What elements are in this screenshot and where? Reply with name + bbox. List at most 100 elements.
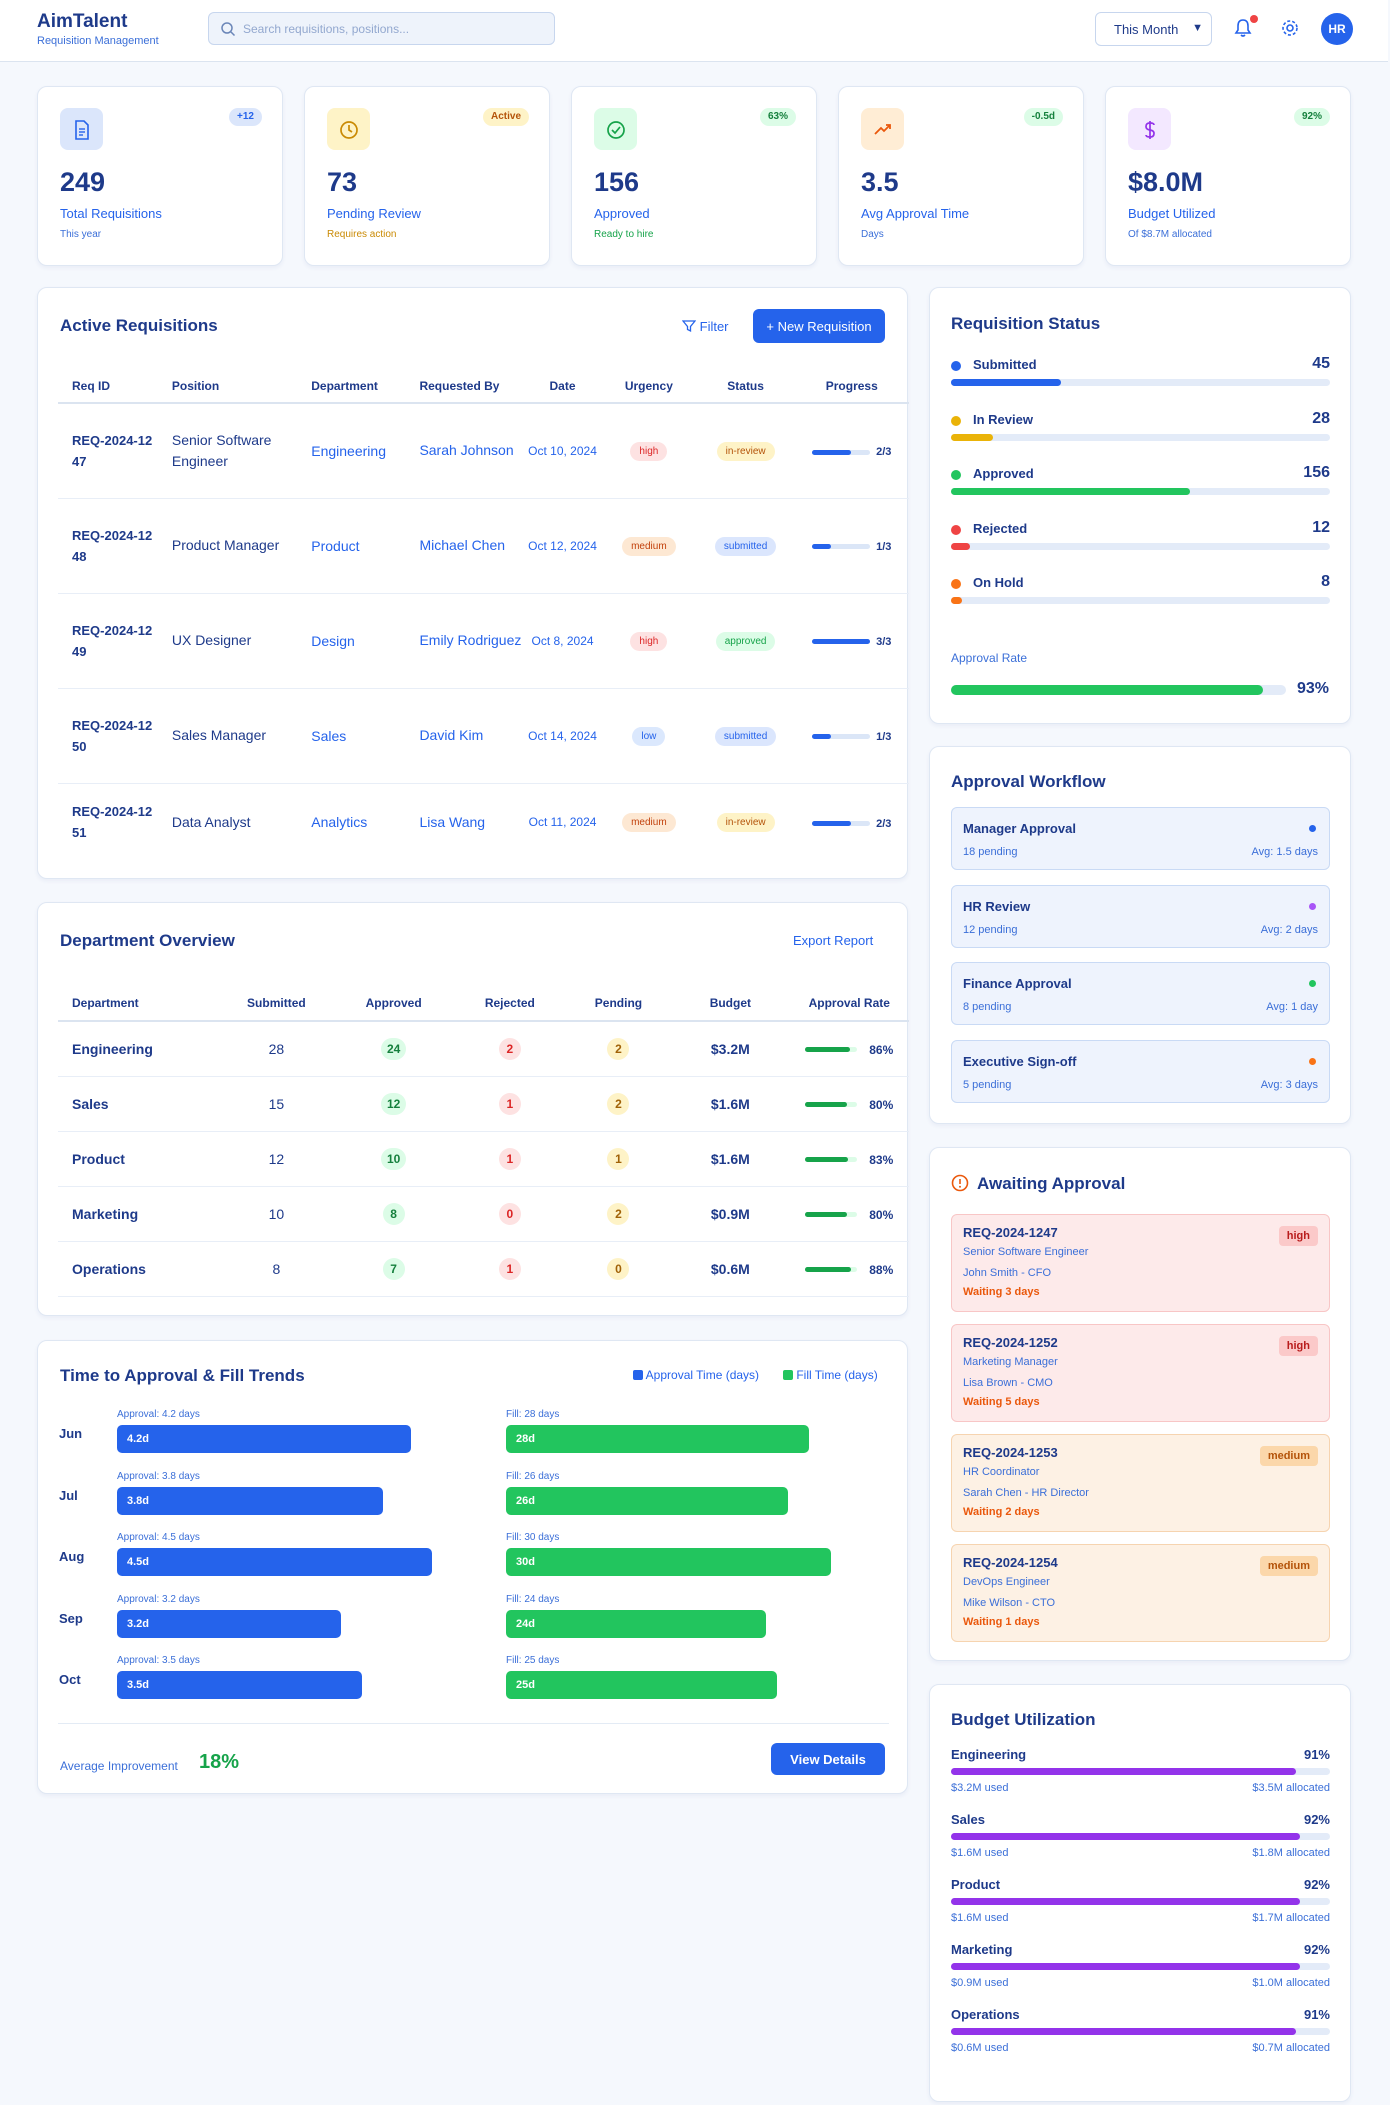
new-requisition-button[interactable]: + New Requisition — [753, 309, 885, 343]
step-avg: Avg: 1 day — [1266, 1001, 1318, 1013]
column-header[interactable]: Date — [524, 369, 602, 404]
period-select[interactable]: This Month ▼ — [1095, 12, 1212, 46]
column-header[interactable]: Status — [696, 369, 795, 404]
search-input[interactable] — [243, 13, 543, 44]
budget-utilization-card: Budget Utilization Engineering 91% $3.2M u… — [929, 1684, 1351, 2102]
column-header[interactable]: Approval Rate — [789, 985, 909, 1022]
pending-count: 1 — [607, 1147, 630, 1170]
column-header[interactable]: Pending — [565, 985, 672, 1022]
req-id[interactable]: REQ-2024-1249 — [58, 593, 158, 689]
gear-icon[interactable] — [1279, 17, 1301, 39]
progress-fill — [812, 544, 832, 550]
budget-allocated: $1.0M allocated — [1252, 1977, 1330, 1989]
card-title: Awaiting Approval — [977, 1174, 1126, 1193]
req-id[interactable]: REQ-2024-1247 — [58, 403, 158, 499]
card-title: Active Requisitions — [60, 316, 218, 335]
table-row[interactable]: Sales 15 12 1 2 $1.6M 80% — [58, 1076, 909, 1132]
rejected-cell: 1 — [453, 1076, 566, 1132]
status-badge: in-review — [716, 441, 775, 461]
table-row[interactable]: Product 12 10 1 1 $1.6M 83% — [58, 1131, 909, 1187]
fill-caption: Fill: 24 days — [506, 1593, 560, 1605]
app-subtitle: Requisition Management — [37, 35, 159, 47]
awaiting-item[interactable]: REQ-2024-1254 medium DevOps Engineer Mike W… — [951, 1544, 1330, 1642]
requested-by: Sarah Johnson — [405, 403, 525, 499]
awaiting-item[interactable]: REQ-2024-1253 medium HR Coordinator Sarah C… — [951, 1434, 1330, 1532]
column-header[interactable]: Req ID — [58, 369, 158, 404]
workflow-step[interactable]: HR Review 12 pending Avg: 2 days — [951, 884, 1330, 948]
urgency-badge: low — [632, 726, 666, 746]
status-label: Submitted — [973, 357, 1037, 372]
column-header[interactable]: Approved — [333, 985, 454, 1022]
approval-caption: Approval: 3.2 days — [117, 1593, 200, 1605]
step-name: Manager Approval — [963, 821, 1076, 836]
rejected-count: 1 — [498, 1092, 521, 1115]
stat-value: 3.5 — [861, 167, 899, 197]
progress-cell: 3/3 — [794, 593, 909, 689]
dollar-icon — [1128, 108, 1171, 150]
workflow-step[interactable]: Manager Approval 18 pending Avg: 1.5 days — [951, 807, 1330, 870]
budget-row: Engineering 91% $3.2M used $3.5M allocated — [951, 1747, 1330, 1807]
req-id[interactable]: REQ-2024-1251 — [58, 783, 158, 861]
progress-bar — [812, 639, 871, 645]
column-header[interactable]: Department — [58, 985, 220, 1022]
app-title: AimTalent — [37, 11, 128, 32]
approval-bar: 4.5d — [117, 1548, 432, 1576]
table-row[interactable]: REQ-2024-1249 UX Designer Design Emily Rodr… — [58, 593, 909, 689]
budget-row: Operations 91% $0.6M used $0.7M allocated — [951, 2007, 1330, 2067]
budget-allocated: $1.7M allocated — [1252, 1912, 1330, 1924]
month-label: Jun — [59, 1426, 83, 1441]
workflow-step[interactable]: Executive Sign-off 5 pending Avg: 3 days — [951, 1039, 1330, 1103]
rate-label: 88% — [869, 1262, 894, 1277]
urgency-badge: high — [630, 441, 668, 461]
approved-cell: 7 — [333, 1241, 454, 1297]
awaiting-approver: Mike Wilson - CTO — [963, 1597, 1056, 1609]
table-row[interactable]: REQ-2024-1251 Data Analyst Analytics Lisa W… — [58, 783, 909, 861]
column-header[interactable]: Rejected — [453, 985, 566, 1022]
workflow-step[interactable]: Finance Approval 8 pending Avg: 1 day — [951, 962, 1330, 1025]
table-row[interactable]: REQ-2024-1247 Senior Software Engineer Eng… — [58, 403, 909, 499]
table-row[interactable]: Operations 8 7 1 0 $0.6M 88% — [58, 1241, 909, 1297]
budget-row: Product 92% $1.6M used $1.7M allocated — [951, 1877, 1330, 1937]
stat-sub: Of $8.7M allocated — [1128, 229, 1212, 240]
improvement-label: Average Improvement — [60, 1759, 178, 1773]
status-cell: in-review — [696, 403, 795, 499]
trend-row: Jun Approval: 4.2 days 4.2d Fill: 28 days 28… — [38, 1409, 945, 1469]
status-cell: in-review — [697, 783, 795, 861]
table-row[interactable]: REQ-2024-1250 Sales Manager Sales David Kim… — [58, 688, 909, 784]
urgency-badge: medium — [622, 813, 676, 833]
awaiting-approver: John Smith - CFO — [963, 1267, 1052, 1279]
column-header[interactable]: Budget — [671, 985, 790, 1022]
awaiting-position: Marketing Manager — [963, 1356, 1058, 1368]
table-row[interactable]: Engineering 28 24 2 2 $3.2M 86% — [58, 1021, 909, 1077]
filter-button[interactable]: Filter — [681, 319, 729, 334]
avatar[interactable]: HR — [1321, 13, 1353, 45]
month-label: Jul — [59, 1487, 78, 1503]
budget: $0.6M — [671, 1241, 790, 1297]
awaiting-item[interactable]: REQ-2024-1247 high Senior Software Enginee… — [951, 1214, 1330, 1312]
table-row[interactable]: Marketing 10 8 0 2 $0.9M 80% — [58, 1186, 909, 1242]
export-report-link[interactable]: Export Report — [793, 933, 873, 948]
awaiting-position: DevOps Engineer — [963, 1576, 1050, 1588]
search-box[interactable] — [208, 12, 555, 45]
approved-count: 24 — [380, 1037, 407, 1060]
step-pending: 12 pending — [963, 923, 1018, 936]
table-row[interactable]: REQ-2024-1248 Product Manager Product Micha… — [58, 498, 909, 594]
column-header[interactable]: Urgency — [601, 369, 697, 404]
budget-track — [951, 2028, 1330, 2035]
req-id[interactable]: REQ-2024-1248 — [58, 498, 158, 594]
awaiting-wait: Waiting 3 days — [963, 1286, 1040, 1298]
approval-rate-cell: 88% — [789, 1241, 909, 1297]
column-header[interactable]: Department — [297, 369, 406, 404]
column-header[interactable]: Progress — [794, 369, 909, 404]
legend-fill: Fill Time (days) — [783, 1368, 878, 1382]
stat-badge: 63% — [759, 108, 796, 126]
view-details-button[interactable]: View Details — [771, 1743, 885, 1775]
req-id[interactable]: REQ-2024-1250 — [58, 688, 158, 784]
column-header[interactable]: Submitted — [219, 985, 334, 1022]
awaiting-item[interactable]: REQ-2024-1252 high Marketing Manager Lisa B… — [951, 1324, 1330, 1422]
approval-workflow-card: Approval Workflow Manager Approval 18 pen… — [929, 746, 1351, 1124]
department: Analytics — [311, 814, 368, 831]
stat-value: 156 — [594, 167, 640, 197]
column-header[interactable]: Position — [157, 369, 298, 404]
column-header[interactable]: Requested By — [405, 369, 525, 404]
